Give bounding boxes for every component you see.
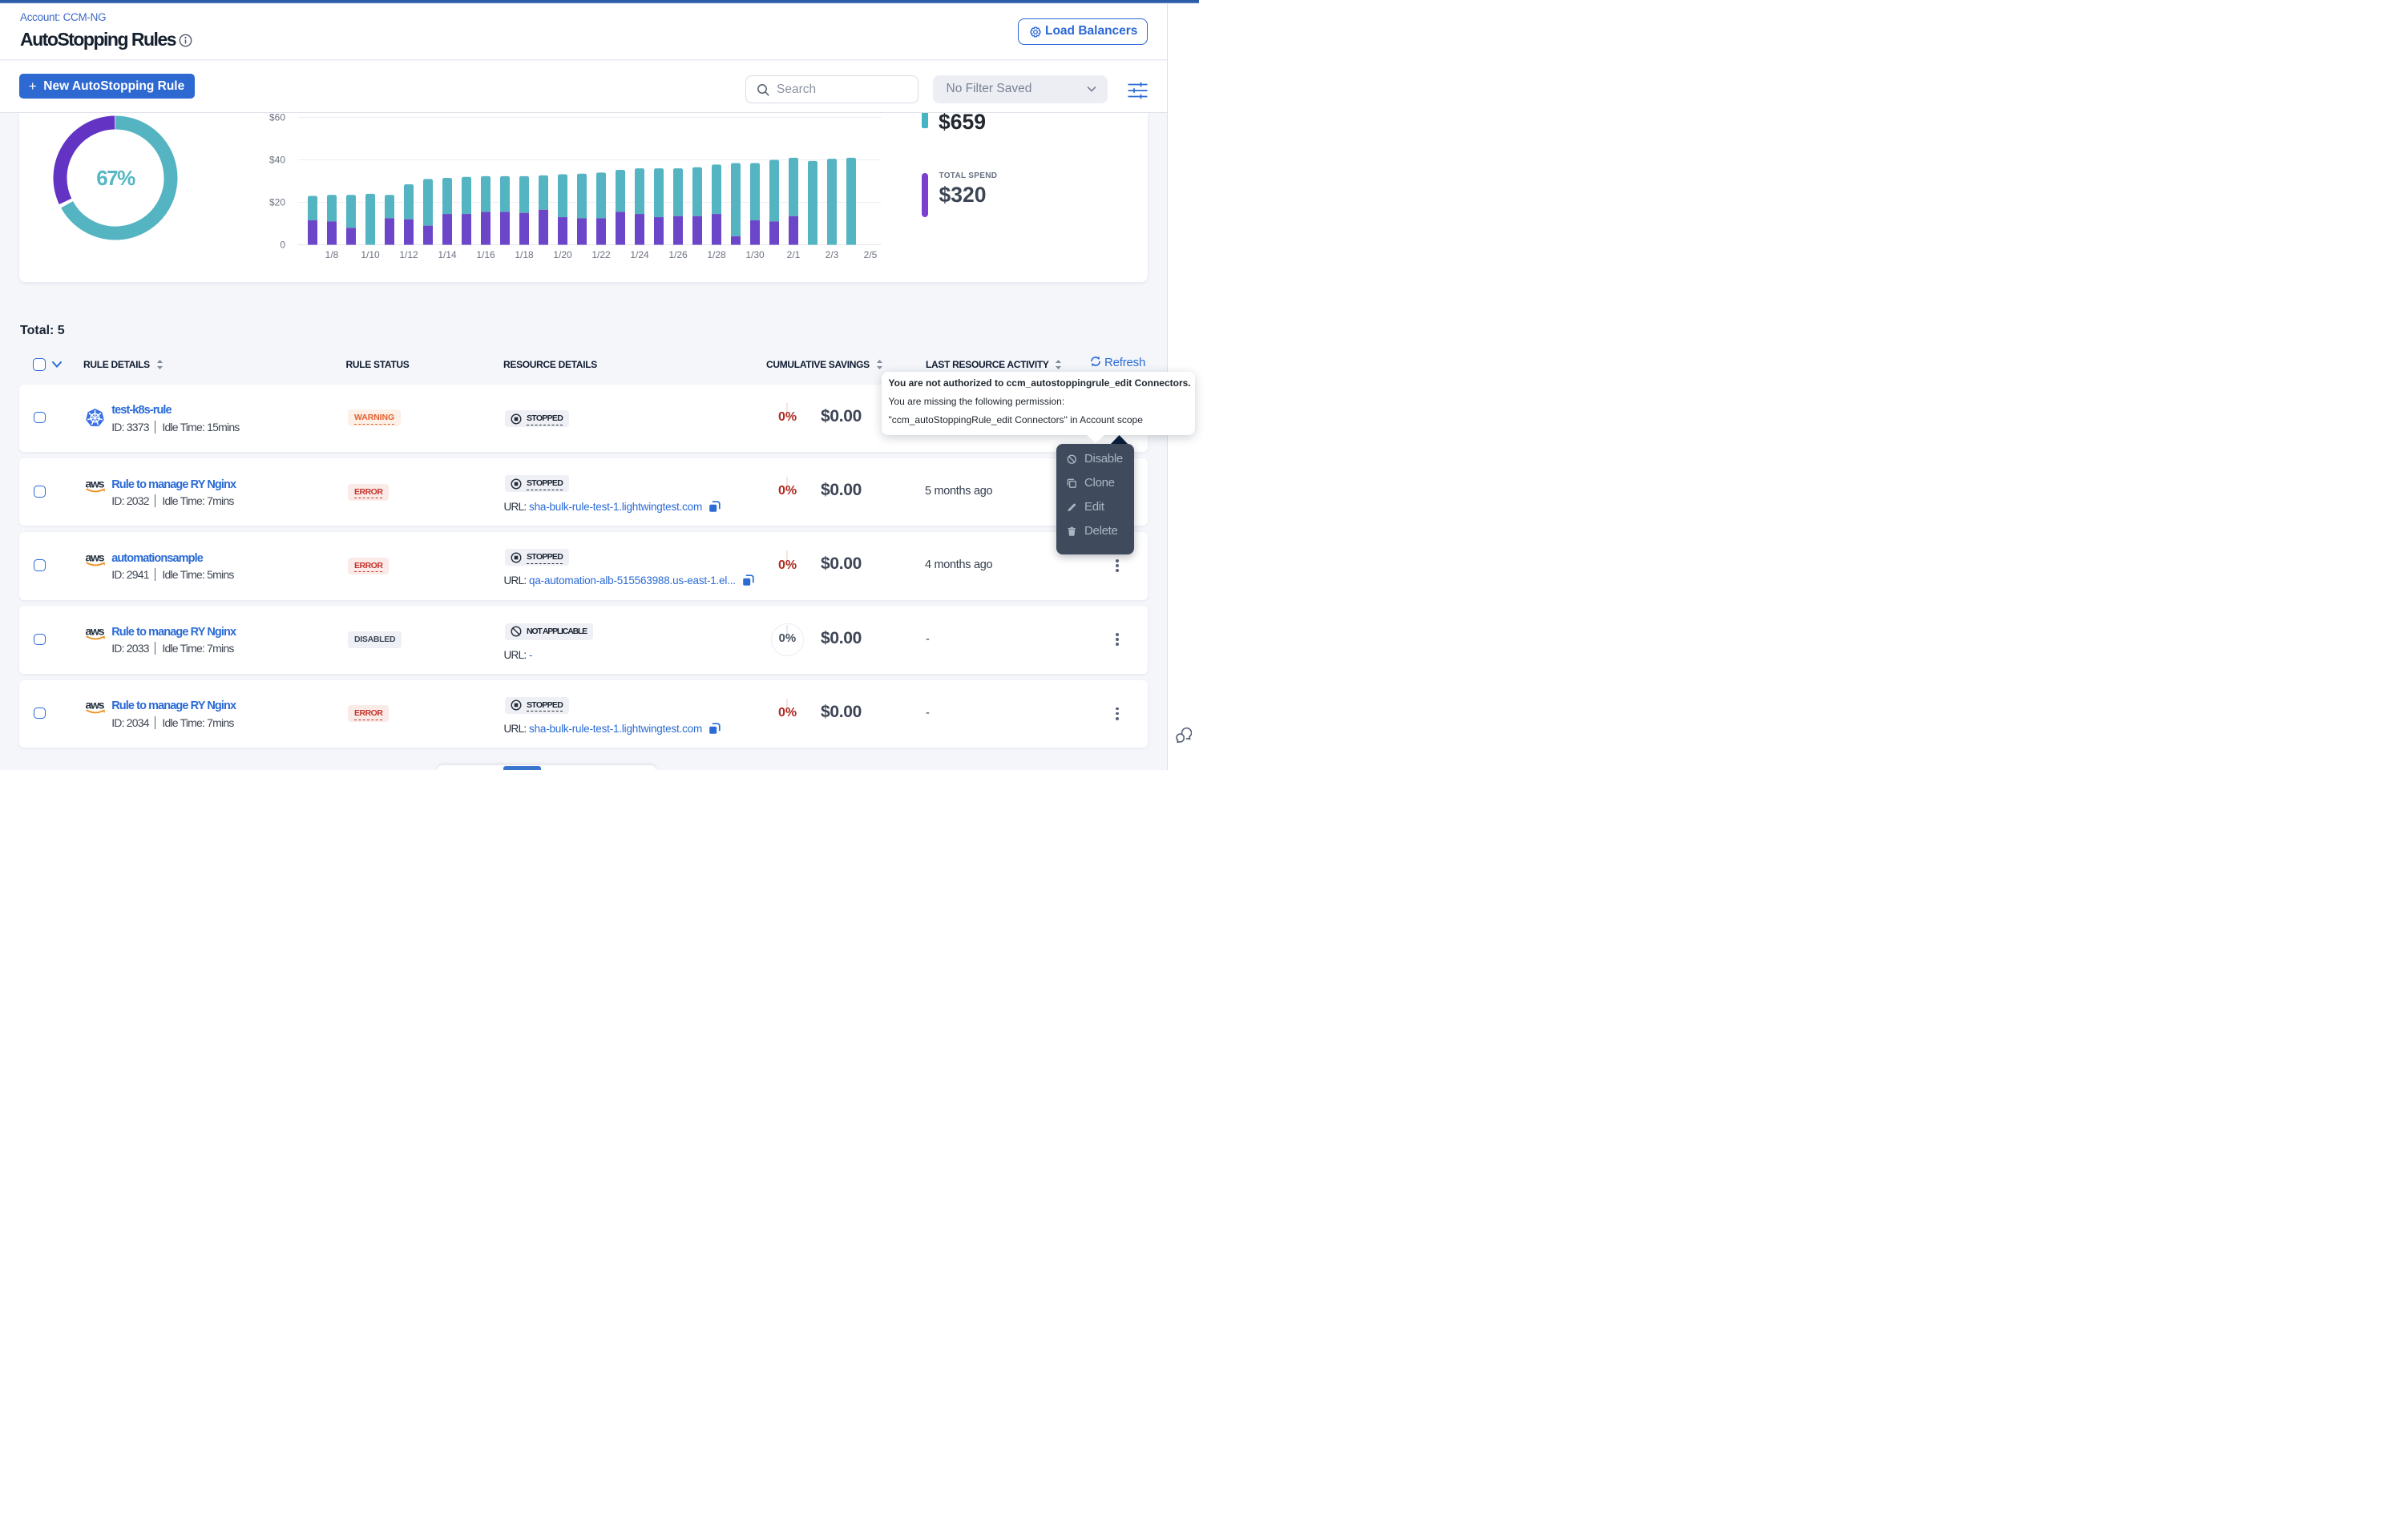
svg-text:1/26: 1/26 [668, 249, 688, 260]
svg-text:2/5: 2/5 [864, 249, 878, 260]
svg-text:aws: aws [86, 480, 105, 490]
svg-text:1/8: 1/8 [325, 249, 339, 260]
svg-text:1/20: 1/20 [553, 249, 572, 260]
svg-text:1/14: 1/14 [438, 249, 457, 260]
svg-text:$60: $60 [269, 113, 285, 123]
svg-text:2/1: 2/1 [787, 249, 801, 260]
svg-text:1/24: 1/24 [630, 249, 649, 260]
svg-text:1/10: 1/10 [361, 249, 380, 260]
svg-text:1/16: 1/16 [476, 249, 495, 260]
svg-text:67%: 67% [96, 166, 135, 190]
svg-text:aws: aws [86, 701, 105, 712]
svg-text:$20: $20 [269, 197, 285, 208]
svg-text:1/12: 1/12 [399, 249, 418, 260]
svg-text:aws: aws [86, 627, 105, 638]
svg-text:2/3: 2/3 [826, 249, 839, 260]
svg-text:0: 0 [280, 240, 285, 251]
svg-text:1/28: 1/28 [707, 249, 726, 260]
svg-text:1/18: 1/18 [515, 249, 534, 260]
svg-text:1/22: 1/22 [591, 249, 611, 260]
svg-text:$40: $40 [269, 155, 285, 166]
svg-text:1/30: 1/30 [745, 249, 765, 260]
svg-text:aws: aws [86, 554, 105, 564]
